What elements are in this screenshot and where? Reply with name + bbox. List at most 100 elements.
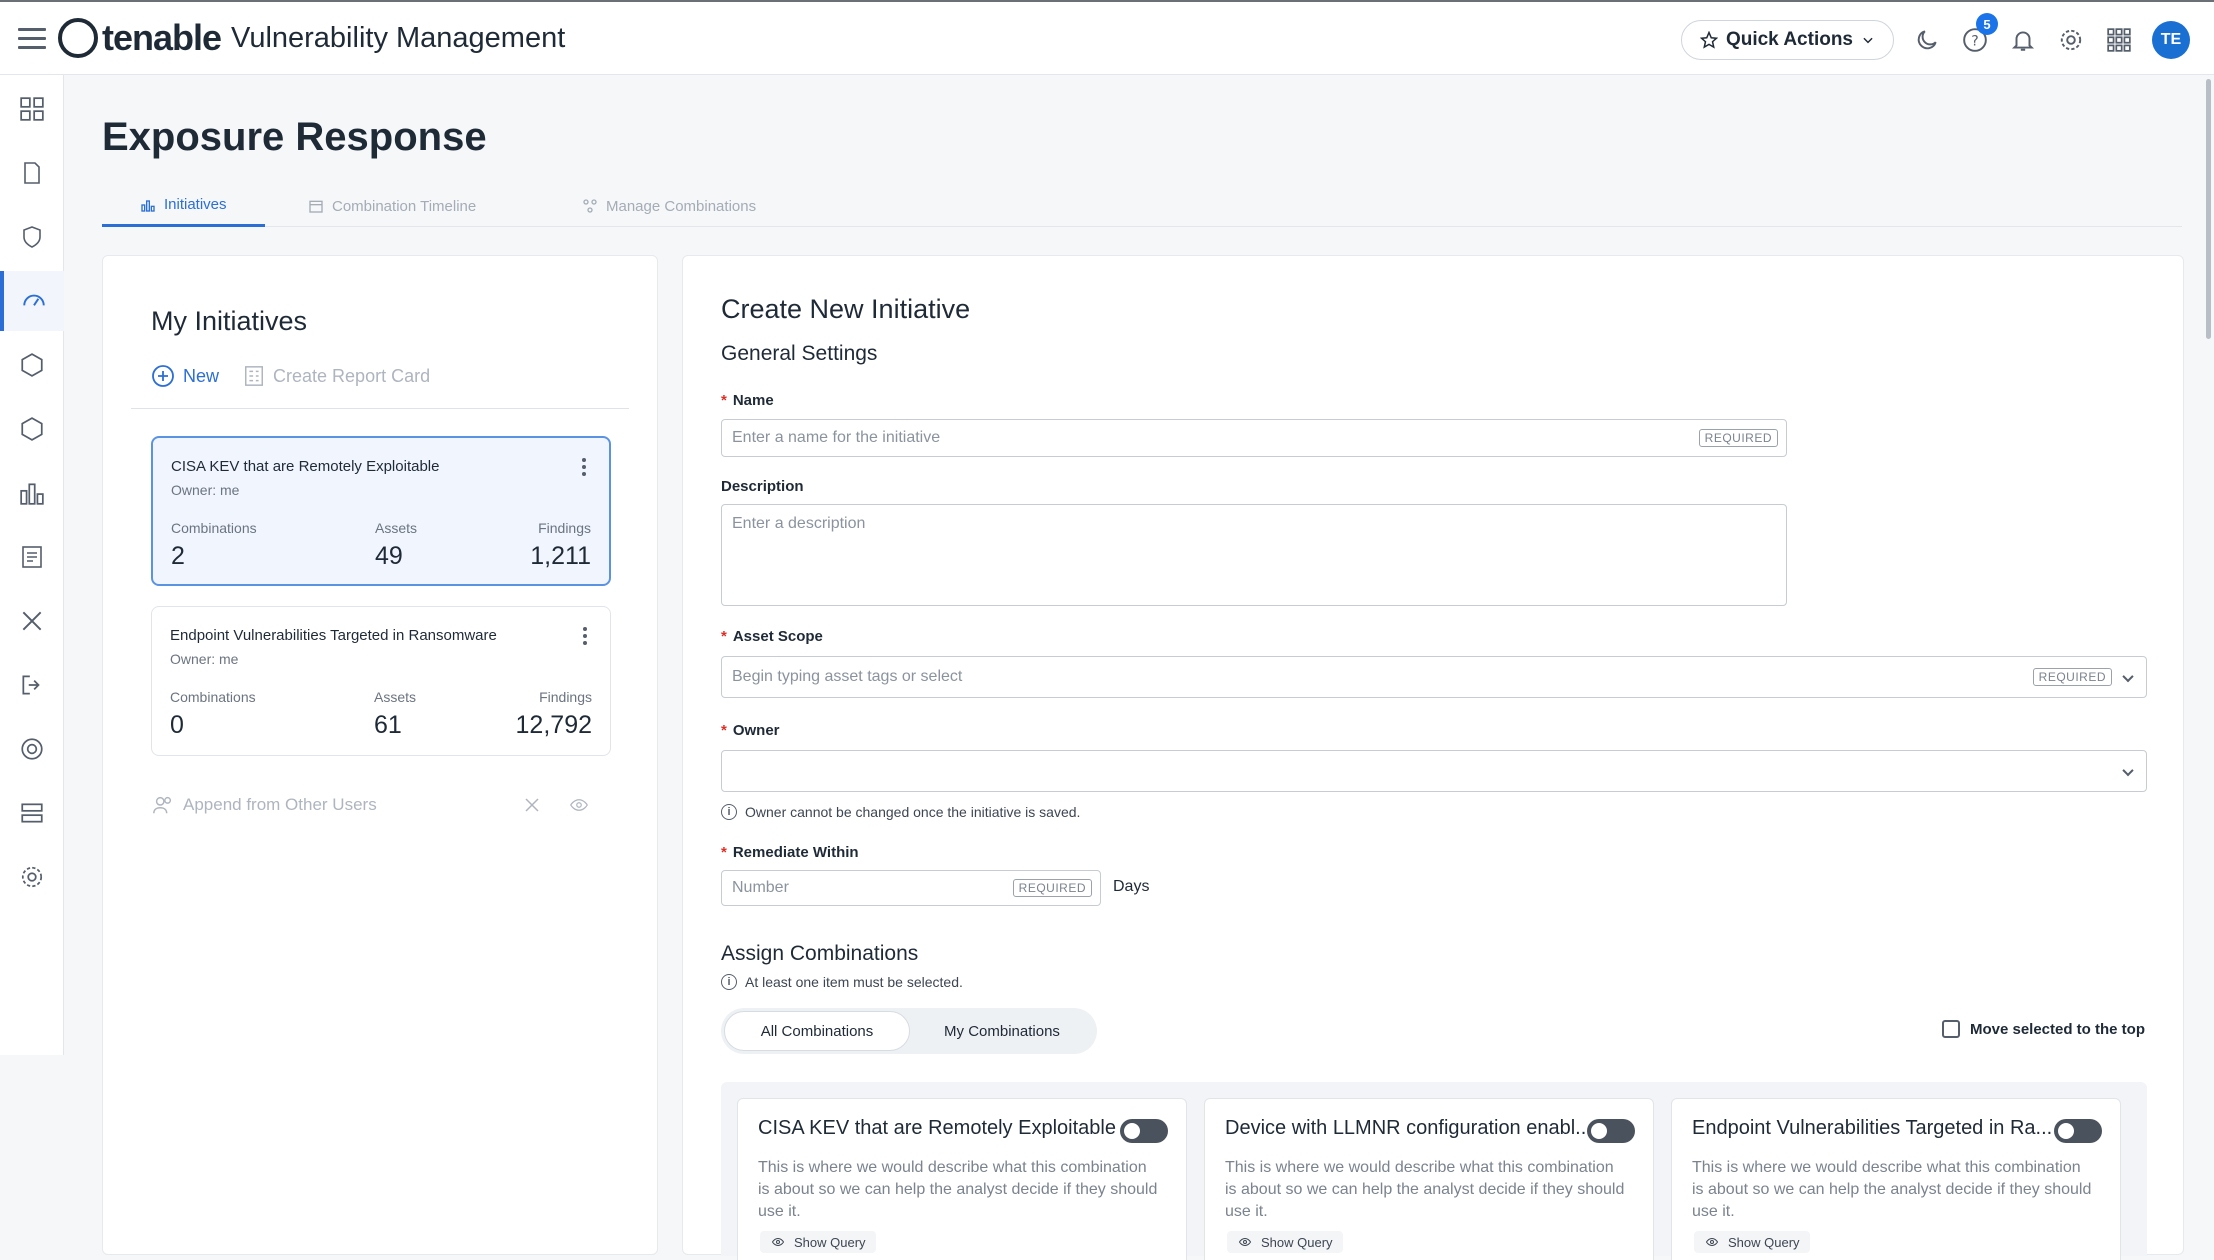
create-report-card-button[interactable]: Create Report Card	[243, 364, 430, 388]
combination-toggle[interactable]	[1120, 1119, 1168, 1143]
nav-reports-icon[interactable]	[0, 527, 64, 587]
owner-select[interactable]	[721, 750, 2147, 792]
nav-tools-icon[interactable]	[0, 591, 64, 651]
combination-card[interactable]: Device with LLMNR configuration enabl...…	[1204, 1098, 1654, 1260]
combination-title: Endpoint Vulnerabilities Targeted in Ra.…	[1692, 1117, 2053, 1139]
nav-dashboard-icon[interactable]	[0, 79, 64, 139]
initiative-title: Endpoint Vulnerabilities Targeted in Ran…	[170, 627, 497, 644]
move-top-checkbox[interactable]	[1941, 1020, 1960, 1038]
show-query-label: Show Query	[1728, 1234, 1800, 1250]
asset-scope-label-text: Asset Scope	[732, 628, 823, 645]
nav-target-icon[interactable]	[0, 719, 64, 779]
combination-toggle[interactable]	[1587, 1119, 1635, 1143]
new-initiative-button[interactable]: New	[151, 364, 219, 388]
combination-card[interactable]: CISA KEV that are Remotely Exploitable T…	[737, 1098, 1187, 1260]
dark-mode-toggle[interactable]	[1912, 25, 1942, 55]
combination-description: This is where we would describe what thi…	[1225, 1159, 1625, 1220]
eye-icon[interactable]	[567, 796, 591, 814]
stat-label: Combinations	[170, 689, 256, 705]
initiative-owner: Owner: me	[171, 482, 240, 498]
users-icon	[153, 796, 172, 814]
owner-label: * Owner	[721, 722, 780, 739]
tab-initiatives[interactable]: Initiatives	[102, 185, 265, 227]
stat-value: 49	[375, 542, 403, 570]
stat-findings: Findings 1,211	[530, 520, 591, 571]
eye-icon	[1705, 1237, 1719, 1247]
scrollbar[interactable]	[2204, 75, 2214, 1260]
plus-circle-icon	[152, 365, 174, 387]
asset-scope-label: * Asset Scope	[721, 628, 823, 645]
stat-label: Combinations	[171, 520, 257, 536]
nav-storage-icon[interactable]	[0, 783, 64, 843]
show-query-button[interactable]: Show Query	[1227, 1231, 1343, 1253]
scrollbar-thumb[interactable]	[2206, 79, 2211, 339]
asset-scope-select[interactable]: Begin typing asset tags or select REQUIR…	[721, 656, 2147, 698]
remediate-within-input[interactable]: Number REQUIRED	[721, 870, 1101, 906]
initiative-card[interactable]: Endpoint Vulnerabilities Targeted in Ran…	[151, 606, 611, 756]
nav-cloud-shield-icon[interactable]	[0, 335, 64, 395]
product-name: Vulnerability Management	[231, 21, 566, 54]
tab-bar: Initiatives Combination Timeline Manage …	[102, 185, 2182, 227]
calendar-icon	[309, 200, 323, 213]
name-label-text: Name	[732, 392, 774, 409]
create-report-card-label: Create Report Card	[273, 365, 431, 386]
close-icon[interactable]	[523, 796, 541, 814]
move-selected-to-top[interactable]: Move selected to the top	[1941, 1020, 2145, 1038]
name-input[interactable]: Enter a name for the initiative REQUIRED	[721, 419, 1787, 457]
help-button[interactable]: ? 5	[1960, 13, 1998, 55]
description-input[interactable]: Enter a description	[721, 504, 1787, 606]
nav-document-icon[interactable]	[0, 143, 64, 203]
kebab-menu-icon[interactable]	[582, 627, 588, 645]
tab-combination-timeline[interactable]: Combination Timeline	[270, 185, 514, 227]
stat-value: 1,211	[530, 542, 591, 570]
quick-actions-button[interactable]: Quick Actions	[1680, 20, 1894, 60]
settings-button[interactable]	[2056, 25, 2086, 55]
nav-exposure-response-icon[interactable]	[0, 271, 64, 331]
info-icon: i	[721, 974, 737, 990]
all-combinations-button[interactable]: All Combinations	[724, 1011, 910, 1051]
nav-web-app-icon[interactable]	[0, 399, 64, 459]
my-combinations-button[interactable]: My Combinations	[910, 1011, 1094, 1051]
initiative-owner: Owner: me	[170, 651, 239, 667]
owner-helper-text: Owner cannot be changed once the initiat…	[745, 804, 1081, 820]
divider	[131, 408, 629, 409]
nav-shield-icon[interactable]	[0, 207, 64, 267]
menu-icon[interactable]	[18, 28, 46, 50]
eye-icon	[771, 1237, 785, 1247]
notifications-button[interactable]	[2008, 25, 2038, 55]
nav-analytics-icon[interactable]	[0, 463, 64, 523]
new-initiative-label: New	[183, 365, 220, 386]
show-query-button[interactable]: Show Query	[760, 1231, 876, 1253]
left-nav	[0, 75, 64, 1055]
page-title: Exposure Response	[102, 115, 487, 159]
create-initiative-panel: Create New Initiative General Settings *…	[682, 255, 2184, 1260]
combination-card[interactable]: Endpoint Vulnerabilities Targeted in Ra.…	[1671, 1098, 2121, 1260]
nav-export-icon[interactable]	[0, 655, 64, 715]
stat-label: Findings	[538, 520, 591, 536]
quick-actions-label: Quick Actions	[1725, 29, 1853, 50]
tab-manage-combinations[interactable]: Manage Combinations	[544, 185, 794, 227]
user-avatar[interactable]: TE	[2152, 21, 2190, 59]
owner-label-text: Owner	[732, 722, 780, 739]
chevron-down-icon	[2122, 764, 2134, 777]
brand-name: tenable	[102, 17, 222, 58]
app-launcher-button[interactable]	[2104, 25, 2134, 55]
description-label: Description	[721, 478, 804, 495]
show-query-label: Show Query	[794, 1234, 866, 1250]
required-tag: REQUIRED	[1698, 429, 1778, 447]
combination-toggle[interactable]	[2054, 1119, 2102, 1143]
asset-scope-placeholder: Begin typing asset tags or select	[732, 668, 963, 685]
stat-assets: Assets 49	[375, 520, 417, 571]
name-label: * Name	[721, 392, 774, 409]
append-from-other-users[interactable]: Append from Other Users	[151, 790, 611, 820]
logo[interactable]: tenable Vulnerability Management	[58, 16, 565, 60]
show-query-button[interactable]: Show Query	[1694, 1231, 1810, 1253]
grid-icon	[2107, 28, 2131, 52]
create-initiative-title: Create New Initiative	[721, 294, 971, 324]
initiative-card[interactable]: CISA KEV that are Remotely Exploitable O…	[151, 436, 611, 586]
stat-value: 12,792	[515, 711, 592, 739]
kebab-menu-icon[interactable]	[581, 458, 587, 476]
nav-settings-icon[interactable]	[0, 847, 64, 907]
assign-helper-text: At least one item must be selected.	[745, 974, 963, 990]
tab-initiatives-label: Initiatives	[164, 196, 227, 213]
